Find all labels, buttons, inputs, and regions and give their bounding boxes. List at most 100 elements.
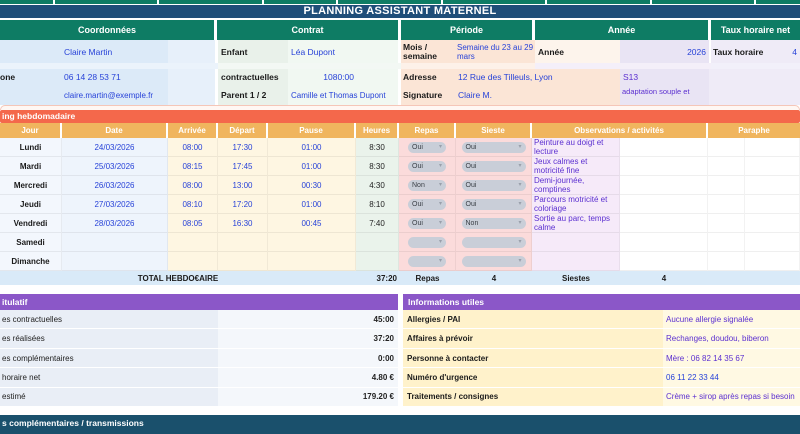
repas-dropdown[interactable]: Oui▾ [408,199,446,210]
sieste-cell: Oui▾ [456,157,532,176]
paraphe-cell[interactable] [708,176,745,195]
arrival-cell[interactable] [168,252,218,271]
pause-cell[interactable]: 01:00 [268,138,356,157]
paraphe-cell[interactable] [745,214,800,233]
paraphe-cell[interactable] [708,214,745,233]
departure-cell[interactable] [218,233,268,252]
sieste-dropdown[interactable]: ▾ [462,256,526,267]
paraphe-cell[interactable] [708,252,745,271]
empty-cell [620,233,708,252]
arrival-cell[interactable]: 08:00 [168,176,218,195]
repas-dropdown[interactable]: Non▾ [408,180,446,191]
repas-dropdown[interactable]: Oui▾ [408,161,446,172]
semaine-cell[interactable]: Semaine du 23 au 29 mars [455,40,535,63]
departure-cell[interactable]: 16:30 [218,214,268,233]
observations-cell[interactable]: Sortie au parc, temps calme [532,214,620,233]
pause-cell[interactable]: 01:00 [268,157,356,176]
sieste-dropdown[interactable]: Oui▾ [462,161,526,172]
col-header-arrivee: Arrivée [168,123,218,138]
observations-cell[interactable]: Peinture au doigt et lecture [532,138,620,157]
date-cell[interactable]: 26/03/2026 [62,176,168,195]
paraphe-cell[interactable] [745,195,800,214]
departure-cell[interactable]: 17:45 [218,157,268,176]
departure-cell[interactable]: 17:20 [218,195,268,214]
empty-cell [764,69,800,85]
paraphe-cell[interactable] [745,157,800,176]
sieste-dropdown[interactable]: Oui▾ [462,142,526,153]
day-cell: Vendredi [0,214,62,233]
signature-label: Signature [401,85,455,105]
taux-horaire-cell[interactable]: 4 [769,40,800,63]
info-value[interactable]: Aucune allergie signalée [663,310,800,329]
col-header-depart: Départ [218,123,268,138]
observations-cell[interactable] [532,233,620,252]
sieste-dropdown[interactable]: Non▾ [462,218,526,229]
arrival-cell[interactable]: 08:05 [168,214,218,233]
col-header-date: Date [62,123,168,138]
date-cell[interactable]: 25/03/2026 [62,157,168,176]
pause-cell[interactable]: 00:30 [268,176,356,195]
pause-cell[interactable] [268,252,356,271]
arrival-cell[interactable]: 08:15 [168,157,218,176]
paraphe-cell[interactable] [745,138,800,157]
paraphe-cell[interactable] [745,176,800,195]
date-cell[interactable] [62,233,168,252]
email-cell[interactable]: claire.martin@exemple.fr [62,85,168,105]
paraphe-cell[interactable] [745,252,800,271]
annee-cell[interactable]: 2026 [620,40,711,63]
info-value[interactable]: Crème + sirop après repas si besoin [663,388,800,407]
info-value[interactable]: 06 11 22 33 44 [663,368,800,387]
parent-cell[interactable]: Camille et Thomas Dupont [288,85,401,105]
repas-cell: Non▾ [399,176,456,195]
name-cell[interactable]: Claire Martin [62,40,168,63]
date-cell[interactable] [62,252,168,271]
info-label: Personne à contacter [403,349,663,368]
arrival-cell[interactable]: 08:00 [168,138,218,157]
name-label-cell [0,40,62,63]
repas-dropdown[interactable]: ▾ [408,237,446,248]
sieste-dropdown[interactable]: ▾ [462,237,526,248]
note-cell[interactable]: adaptation souple et [620,85,709,105]
recap-section-bars: itulatif Informations utiles [0,294,800,310]
repas-dropdown[interactable]: Oui▾ [408,142,446,153]
paraphe-cell[interactable] [708,233,745,252]
date-cell[interactable]: 28/03/2026 [62,214,168,233]
paraphe-cell[interactable] [745,233,800,252]
departure-cell[interactable]: 17:30 [218,138,268,157]
observations-cell[interactable]: Jeux calmes et motricité fine [532,157,620,176]
code-cell[interactable]: S13 [620,69,709,85]
arrival-cell[interactable]: 08:10 [168,195,218,214]
arrival-cell[interactable] [168,233,218,252]
clipped-top-row [0,0,800,4]
planning-row-mercredi: Mercredi 26/03/2026 08:00 13:00 00:30 4:… [0,176,800,195]
paraphe-cell[interactable] [708,157,745,176]
empty-cell [709,85,764,105]
telephone-cell[interactable]: 06 14 28 53 71 [62,69,168,85]
sieste-dropdown[interactable]: Oui▾ [462,199,526,210]
empty-cell [708,271,800,285]
departure-cell[interactable] [218,252,268,271]
signature-cell[interactable]: Claire M. [455,85,620,105]
empty-cell [764,85,800,105]
pause-cell[interactable]: 01:00 [268,195,356,214]
planning-row-samedi: Samedi ▾ ▾ [0,233,800,252]
repas-dropdown[interactable]: ▾ [408,256,446,267]
pause-cell[interactable]: 00:45 [268,214,356,233]
date-cell[interactable]: 27/03/2026 [62,195,168,214]
repas-dropdown[interactable]: Oui▾ [408,218,446,229]
observations-cell[interactable]: Demi-journée, comptines [532,176,620,195]
paraphe-cell[interactable] [708,195,745,214]
total-label: TOTAL HEBDO€AIRE [0,271,356,285]
contractuelles-cell[interactable]: 1080:00 [288,69,357,85]
pause-cell[interactable] [268,233,356,252]
departure-cell[interactable]: 13:00 [218,176,268,195]
enfant-cell[interactable]: Léa Dupont [288,40,357,63]
sieste-dropdown[interactable]: Oui▾ [462,180,526,191]
info-value[interactable]: Mère : 06 82 14 35 67 [663,349,800,368]
paraphe-cell[interactable] [708,138,745,157]
info-value[interactable]: Rechanges, doudou, biberon [663,329,800,348]
date-cell[interactable]: 24/03/2026 [62,138,168,157]
adresse-cell[interactable]: 12 Rue des Tilleuls, Lyon [455,69,620,85]
observations-cell[interactable]: Parcours motricité et coloriage [532,195,620,214]
observations-cell[interactable] [532,252,620,271]
